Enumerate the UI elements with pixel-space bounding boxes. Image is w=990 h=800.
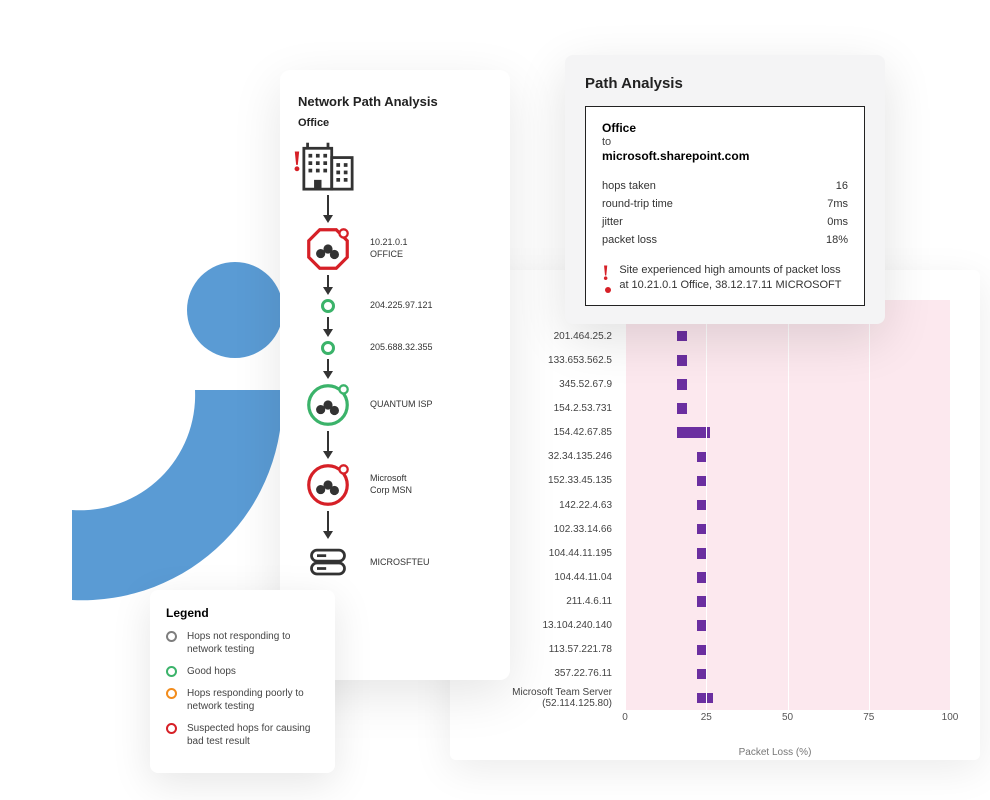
chart-bar: [697, 524, 707, 535]
legend-text: Hops responding poorly to network testin…: [187, 687, 319, 713]
stat-value: 7ms: [827, 198, 848, 210]
arrow-down-icon: [298, 355, 358, 383]
legend-card: Legend Hops not responding to network te…: [150, 590, 335, 773]
hop-node-good-icon: [298, 383, 358, 427]
path-warning-text: Site experienced high amounts of packet …: [619, 263, 848, 293]
legend-dot-icon: [166, 666, 177, 677]
stat-key: hops taken: [602, 180, 656, 192]
hop-node-bad-icon: [298, 227, 358, 271]
path-hop: QUANTUM ISP: [298, 383, 492, 427]
legend-text: Hops not responding to network testing: [187, 630, 319, 656]
hop-dot-good-icon: [321, 341, 335, 355]
legend-dot-icon: [166, 631, 177, 642]
chart-bar: [677, 355, 687, 366]
path-from: Office: [602, 121, 848, 135]
stat-value: 16: [836, 180, 848, 192]
chart-xtick: 0: [622, 712, 628, 723]
warning-icon: !: [602, 263, 609, 283]
stat-row: packet loss 18%: [602, 231, 848, 249]
path-to-word: to: [602, 136, 848, 148]
legend-item: Hops responding poorly to network testin…: [166, 687, 319, 713]
packet-loss-chart: 10.21.0.1201.464.25.2133.653.562.5345.52…: [470, 300, 960, 710]
path-analysis-title: Path Analysis: [585, 75, 865, 92]
chart-bar: [697, 669, 707, 680]
path-destination: microsoft.sharepoint.com: [602, 149, 848, 163]
chart-bar: [697, 500, 707, 511]
network-path-subtitle: Office: [298, 117, 492, 129]
chart-category-label: Microsoft Team Server (52.114.125.80): [470, 686, 620, 710]
arrow-down-icon: [298, 507, 358, 543]
chart-bar: [697, 596, 707, 607]
arrow-down-icon: [298, 191, 358, 227]
stat-key: round-trip time: [602, 198, 673, 210]
chart-bar: [677, 403, 687, 414]
legend-title: Legend: [166, 606, 319, 620]
network-path-card: Network Path Analysis Office ! 10.21.0.1 …: [280, 70, 510, 680]
server-icon: [298, 543, 358, 583]
legend-dot-icon: [166, 723, 177, 734]
stat-key: packet loss: [602, 234, 657, 246]
legend-item: Suspected hops for causing bad test resu…: [166, 722, 319, 748]
stat-value: 0ms: [827, 216, 848, 228]
legend-text: Good hops: [187, 665, 236, 678]
legend-item: Good hops: [166, 665, 319, 678]
building-icon: !: [298, 139, 358, 191]
path-analysis-box: Office to microsoft.sharepoint.com hops …: [585, 106, 865, 306]
path-hop: 205.688.32.355: [298, 341, 492, 355]
chart-bar: [697, 572, 707, 583]
chart-xtick: 50: [782, 712, 793, 723]
path-hop: 10.21.0.1 OFFICE: [298, 227, 492, 271]
stat-row: jitter 0ms: [602, 213, 848, 231]
chart-xtick: 100: [942, 712, 959, 723]
alert-icon: !: [292, 145, 302, 179]
chart-bar: [697, 476, 707, 487]
chart-bar: [697, 620, 707, 631]
hop-label: QUANTUM ISP: [370, 399, 433, 411]
arrow-down-icon: [298, 313, 358, 341]
packet-loss-chart-panel: 10.21.0.1201.464.25.2133.653.562.5345.52…: [450, 270, 980, 760]
arrow-down-icon: [298, 427, 358, 463]
path-hop: !: [298, 139, 492, 191]
path-hop: 204.225.97.121: [298, 299, 492, 313]
path-analysis-card: Path Analysis Office to microsoft.sharep…: [565, 55, 885, 324]
hop-label: 205.688.32.355: [370, 342, 433, 354]
chart-bar: [697, 693, 713, 704]
path-warning: ! Site experienced high amounts of packe…: [602, 263, 848, 293]
chart-bar: [697, 452, 707, 463]
chart-bar: [697, 548, 707, 559]
arrow-down-icon: [298, 271, 358, 299]
hop-label: MICROSFTEU: [370, 557, 430, 569]
stat-row: round-trip time 7ms: [602, 195, 848, 213]
chart-xtick: 75: [863, 712, 874, 723]
chart-xtick: 25: [701, 712, 712, 723]
hop-dot-good-icon: [321, 299, 335, 313]
chart-bar: [677, 379, 687, 390]
hop-node-bad-icon: [298, 463, 358, 507]
stat-row: hops taken 16: [602, 177, 848, 195]
path-hop: Microsoft Corp MSN: [298, 463, 492, 507]
chart-bar: [697, 645, 707, 656]
chart-bar: [677, 331, 687, 342]
stat-value: 18%: [826, 234, 848, 246]
hop-label: Microsoft Corp MSN: [370, 473, 412, 496]
legend-text: Suspected hops for causing bad test resu…: [187, 722, 319, 748]
legend-dot-icon: [166, 688, 177, 699]
path-hop: MICROSFTEU: [298, 543, 492, 583]
network-path-title: Network Path Analysis: [298, 94, 492, 109]
hop-label: 10.21.0.1 OFFICE: [370, 237, 408, 260]
chart-bar: [677, 427, 710, 438]
legend-item: Hops not responding to network testing: [166, 630, 319, 656]
chart-x-axis-label: Packet Loss (%): [450, 747, 980, 758]
stat-key: jitter: [602, 216, 623, 228]
hop-label: 204.225.97.121: [370, 300, 433, 312]
